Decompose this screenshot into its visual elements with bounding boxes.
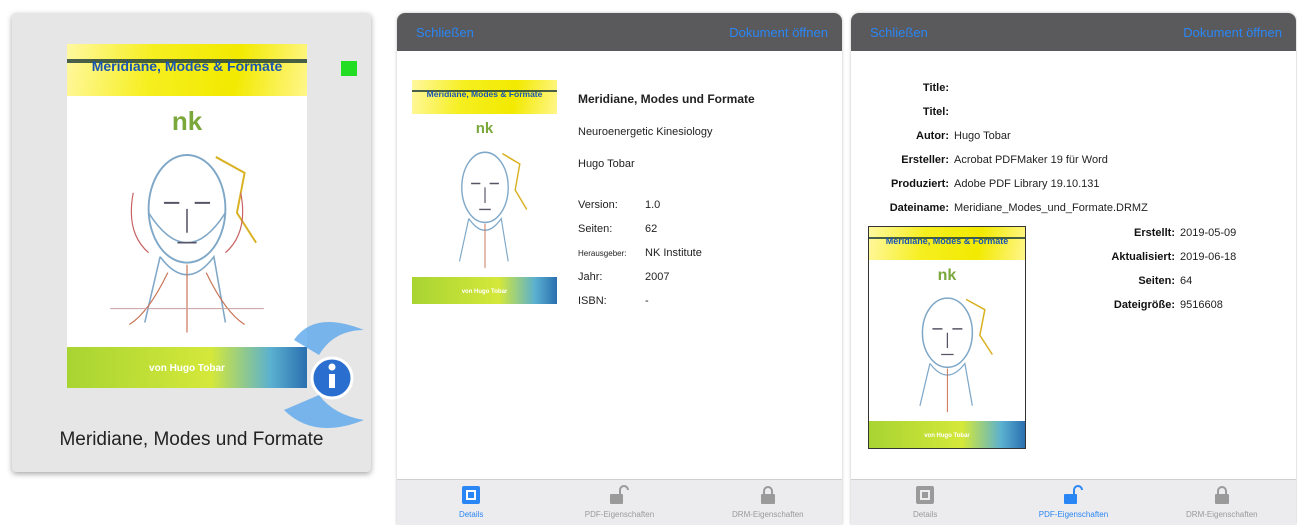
field-value: Hugo Tobar xyxy=(954,130,1011,142)
unlock-icon xyxy=(610,485,630,504)
tab-label: DRM-Eigenschaften xyxy=(1186,510,1258,519)
open-document-button[interactable]: Dokument öffnen xyxy=(729,25,828,40)
field-label: Seiten: xyxy=(1138,275,1175,287)
field-value: 2019-06-18 xyxy=(1180,251,1237,263)
field-label: Herausgeber: xyxy=(578,249,627,258)
field-label: Seiten: xyxy=(578,223,613,235)
pdf-properties-panel: Schließen Dokument öffnen Title: Titel: … xyxy=(851,13,1296,525)
tab-label: PDF-Eigenschaften xyxy=(584,510,655,519)
field-value: 2019-05-09 xyxy=(1180,227,1237,239)
field-value: Acrobat PDFMaker 19 für Word xyxy=(954,154,1108,166)
close-button[interactable]: Schließen xyxy=(870,25,928,40)
face-illustration xyxy=(458,151,527,269)
field-label: Jahr: xyxy=(578,271,603,283)
pdf-cover-thumbnail: Meridiane, Modes & Formate nk von Hugo T… xyxy=(868,226,1026,449)
field-label: Titel: xyxy=(922,106,949,118)
panel-header: Schließen Dokument öffnen xyxy=(397,13,842,51)
cover-title: Meridiane, Modes & Formate xyxy=(426,88,543,99)
field-value: 62 xyxy=(645,223,658,235)
cover-title: Meridiane, Modes & Formate xyxy=(91,57,283,74)
details-subtitle: Neuroenergetic Kinesiology xyxy=(578,126,713,138)
tab-label: DRM-Eigenschaften xyxy=(732,510,804,519)
square-icon xyxy=(916,486,935,504)
face-illustration xyxy=(918,297,993,413)
sync-status-indicator xyxy=(341,61,357,76)
details-title: Meridiane, Modes und Formate xyxy=(578,92,755,106)
cover-brand-logo: nk xyxy=(937,266,957,284)
open-document-button[interactable]: Dokument öffnen xyxy=(1183,25,1282,40)
field-label: ISBN: xyxy=(578,295,607,307)
book-tile[interactable]: Meridiane, Modes & Formate nk von Hugo T… xyxy=(12,13,371,472)
tab-drm-properties[interactable]: DRM-Eigenschaften xyxy=(694,480,842,525)
field-value: 64 xyxy=(1180,275,1193,287)
face-illustration xyxy=(110,154,264,333)
book-title: Meridiane, Modes und Formate xyxy=(59,429,324,450)
field-value: 9516608 xyxy=(1180,299,1223,311)
tab-pdf-properties[interactable]: PDF-Eigenschaften xyxy=(545,480,693,525)
tab-pdf-properties[interactable]: PDF-Eigenschaften xyxy=(999,480,1147,525)
book-cover[interactable]: Meridiane, Modes & Formate nk von Hugo T… xyxy=(67,44,307,388)
details-cover-thumbnail: Meridiane, Modes & Formate nk von Hugo T… xyxy=(412,80,557,304)
cover-byline: von Hugo Tobar xyxy=(924,433,970,440)
lock-icon xyxy=(760,486,775,504)
field-value: 2007 xyxy=(645,271,670,283)
cover-byline: von Hugo Tobar xyxy=(149,363,225,375)
field-value: Adobe PDF Library 19.10.131 xyxy=(954,178,1100,190)
field-label: Autor: xyxy=(916,130,949,142)
field-value: Meridiane_Modes_und_Formate.DRMZ xyxy=(954,202,1148,214)
tab-drm-properties[interactable]: DRM-Eigenschaften xyxy=(1148,480,1296,525)
details-author: Hugo Tobar xyxy=(578,158,635,170)
cover-title: Meridiane, Modes & Formate xyxy=(885,235,1009,246)
field-label: Dateiname: xyxy=(889,202,949,214)
tab-label: Details xyxy=(912,510,938,519)
field-label: Title: xyxy=(922,82,949,94)
details-panel: Schließen Dokument öffnen Meridiane, Mod… xyxy=(397,13,842,525)
field-label: Version: xyxy=(578,199,618,211)
tab-details[interactable]: Details xyxy=(851,480,999,525)
panel-header: Schließen Dokument öffnen xyxy=(851,13,1296,51)
lock-icon xyxy=(1214,486,1229,504)
info-icon[interactable] xyxy=(274,310,374,440)
cover-byline: von Hugo Tobar xyxy=(461,289,508,296)
square-icon xyxy=(462,486,481,504)
field-value: 1.0 xyxy=(645,199,661,211)
cover-brand-logo: nk xyxy=(171,105,203,136)
field-label: Erstellt: xyxy=(1134,227,1175,239)
tab-label: PDF-Eigenschaften xyxy=(1038,510,1109,519)
field-label: Aktualisiert: xyxy=(1111,251,1175,263)
tab-details[interactable]: Details xyxy=(397,480,545,525)
field-label: Ersteller: xyxy=(901,154,949,166)
field-value: - xyxy=(645,295,649,307)
field-label: Produziert: xyxy=(890,178,949,190)
tab-bar: Details PDF-Eigenschaften DRM-Eigenschaf… xyxy=(851,479,1296,525)
field-label: Dateigröße: xyxy=(1113,299,1175,311)
close-button[interactable]: Schließen xyxy=(416,25,474,40)
field-value: NK Institute xyxy=(645,247,702,259)
tab-bar: Details PDF-Eigenschaften DRM-Eigenschaf… xyxy=(397,479,842,525)
cover-brand-logo: nk xyxy=(475,120,494,138)
unlock-icon xyxy=(1064,485,1084,504)
tab-label: Details xyxy=(458,510,484,519)
